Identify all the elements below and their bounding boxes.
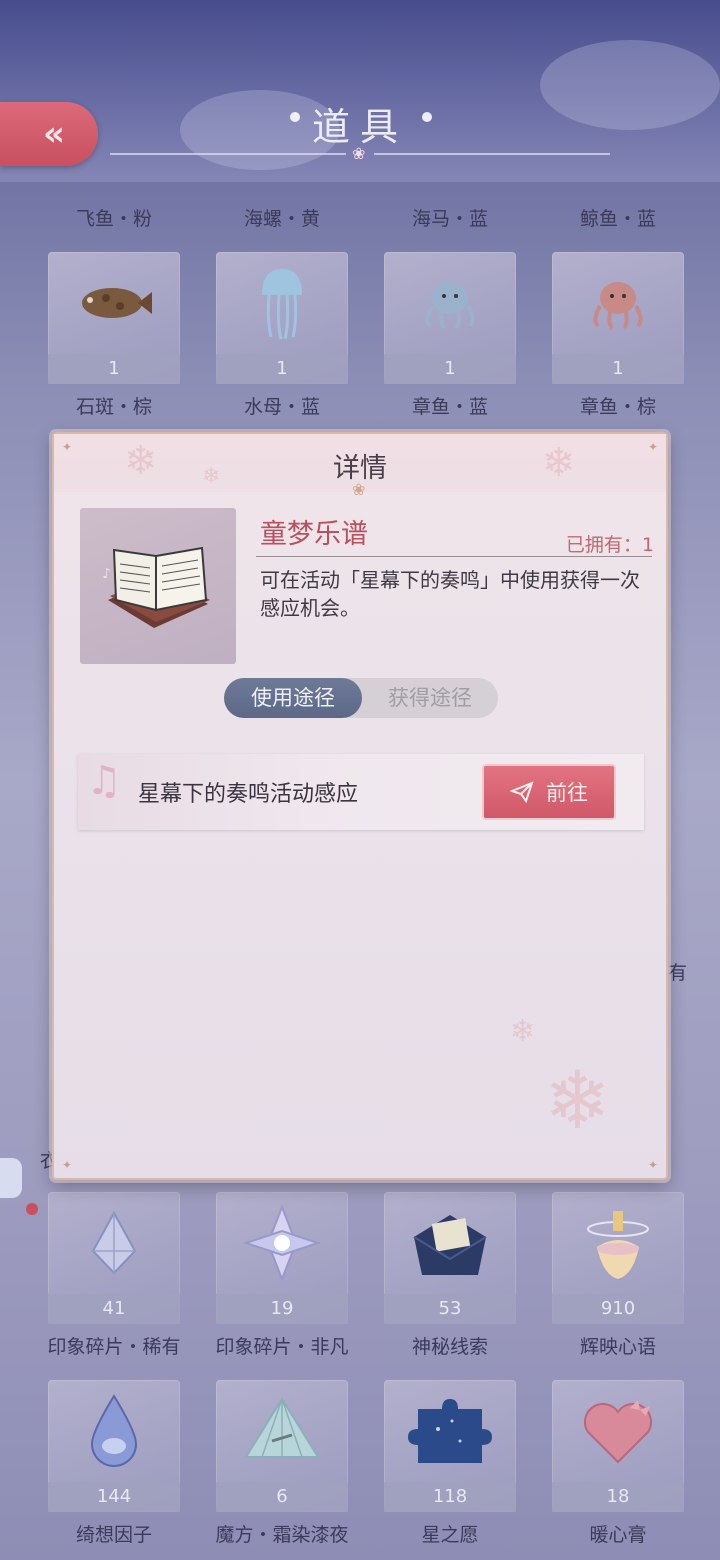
octopus-blue-icon bbox=[384, 252, 516, 354]
item-cell-star-wish[interactable]: 118 bbox=[384, 1380, 516, 1512]
go-button-label: 前往 bbox=[546, 781, 588, 805]
title-divider bbox=[374, 153, 610, 155]
double-chevron-left-icon: « bbox=[43, 114, 65, 154]
perfume-bottle-icon bbox=[552, 1192, 684, 1294]
pyramid-crystal-icon bbox=[216, 1380, 348, 1482]
item-count: 1 bbox=[48, 354, 180, 384]
item-cell-octopus-blue[interactable]: 1 bbox=[384, 252, 516, 384]
item-cell-warm-heart[interactable]: 18 bbox=[552, 1380, 684, 1512]
puzzle-piece-icon bbox=[384, 1380, 516, 1482]
item-count: 1 bbox=[384, 354, 516, 384]
item-label: 辉映心语 bbox=[579, 1336, 656, 1358]
paper-plane-icon bbox=[510, 781, 534, 803]
item-cell-resonance-words[interactable]: 910 bbox=[552, 1192, 684, 1324]
item-label: 鲸鱼・蓝 bbox=[579, 208, 656, 230]
title-divider bbox=[110, 153, 346, 155]
flower-ornament-icon: ❀ bbox=[352, 480, 366, 499]
item-label: 章鱼・蓝 bbox=[411, 396, 488, 418]
crystal-shard-icon bbox=[48, 1192, 180, 1294]
item-count: 6 bbox=[216, 1482, 348, 1512]
header-bar: 道具 ❀ bbox=[0, 0, 720, 182]
item-label: 水母・蓝 bbox=[243, 396, 320, 418]
source-row: ♫ 星幕下的奏鸣活动感应 前往 bbox=[78, 754, 644, 830]
item-count: 41 bbox=[48, 1294, 180, 1324]
item-label: 绮想因子 bbox=[75, 1524, 152, 1546]
music-score-book-icon: ♪ bbox=[102, 546, 210, 628]
item-label: 暖心膏 bbox=[589, 1524, 647, 1546]
item-label: 海螺・黄 bbox=[243, 208, 320, 230]
item-cell-octopus-brown[interactable]: 1 bbox=[552, 252, 684, 384]
item-count: 19 bbox=[216, 1294, 348, 1324]
item-cell-magic-cube[interactable]: 6 bbox=[216, 1380, 348, 1512]
corner-ornament-icon: ✦ bbox=[647, 1158, 658, 1172]
item-cell-fantasy-factor[interactable]: 144 bbox=[48, 1380, 180, 1512]
item-count: 1 bbox=[552, 354, 684, 384]
mystery-envelope-icon bbox=[384, 1192, 516, 1294]
item-label: 石斑・棕 bbox=[75, 396, 152, 418]
side-tab-handle[interactable] bbox=[0, 1158, 22, 1198]
music-note-decoration-icon: ♫ bbox=[86, 758, 122, 804]
item-count: 53 bbox=[384, 1294, 516, 1324]
go-button[interactable]: 前往 bbox=[482, 764, 616, 820]
page-title: 道具 bbox=[311, 105, 408, 149]
jellyfish-icon bbox=[216, 252, 348, 354]
item-cell-grouper[interactable]: 1 bbox=[48, 252, 180, 384]
grouper-fish-icon bbox=[48, 252, 180, 354]
item-image: ♪ bbox=[80, 508, 236, 664]
item-count: 18 bbox=[552, 1482, 684, 1512]
item-name: 童梦乐谱 bbox=[260, 519, 368, 550]
heart-box-icon bbox=[552, 1380, 684, 1482]
water-drop-icon bbox=[48, 1380, 180, 1482]
item-label: 神秘线索 bbox=[411, 1336, 488, 1358]
item-description: 可在活动「星幕下的奏鸣」中使用获得一次感应机会。 bbox=[260, 568, 640, 620]
flower-ornament-icon: ❀ bbox=[352, 144, 366, 163]
snowflake-icon: ❄ bbox=[544, 1054, 612, 1147]
notification-dot bbox=[26, 1203, 38, 1215]
source-tabs: 使用途径 获得途径 bbox=[224, 678, 498, 718]
star-crystal-icon bbox=[216, 1192, 348, 1294]
item-cell-impression-rare[interactable]: 41 bbox=[48, 1192, 180, 1324]
item-cell-mystery-clue[interactable]: 53 bbox=[384, 1192, 516, 1324]
item-count: 910 bbox=[552, 1294, 684, 1324]
item-label: 海马・蓝 bbox=[411, 208, 488, 230]
owned-count: 已拥有：1 bbox=[565, 534, 654, 556]
partial-label-text: 有 bbox=[668, 962, 688, 984]
item-label: 飞鱼・粉 bbox=[75, 208, 152, 230]
source-label: 星幕下的奏鸣活动感应 bbox=[138, 782, 359, 807]
item-label: 印象碎片・非凡 bbox=[215, 1336, 349, 1358]
divider bbox=[256, 556, 652, 557]
corner-ornament-icon: ✦ bbox=[62, 1158, 73, 1172]
tab-usage[interactable]: 使用途径 bbox=[224, 678, 362, 718]
item-count: 144 bbox=[48, 1482, 180, 1512]
item-label: 魔方・霜染漆夜 bbox=[215, 1524, 349, 1546]
back-button[interactable]: « bbox=[0, 102, 98, 166]
item-label: 印象碎片・稀有 bbox=[47, 1336, 181, 1358]
item-cell-jellyfish[interactable]: 1 bbox=[216, 252, 348, 384]
item-label: 星之愿 bbox=[421, 1524, 479, 1546]
item-label: 章鱼・棕 bbox=[579, 396, 656, 418]
item-cell-impression-extraordinary[interactable]: 19 bbox=[216, 1192, 348, 1324]
item-count: 118 bbox=[384, 1482, 516, 1512]
tab-acquire[interactable]: 获得途径 bbox=[362, 678, 498, 718]
svg-text:♪: ♪ bbox=[102, 566, 111, 582]
octopus-brown-icon bbox=[552, 252, 684, 354]
snowflake-icon: ❄ bbox=[510, 1014, 536, 1049]
item-count: 1 bbox=[216, 354, 348, 384]
detail-dialog: ❄ ❄ ❄ ❄ ❄ ✦ ✦ ✦ ✦ 详情 ❀ ♪ 童梦乐谱 已拥有：1 可在活动… bbox=[52, 432, 668, 1180]
